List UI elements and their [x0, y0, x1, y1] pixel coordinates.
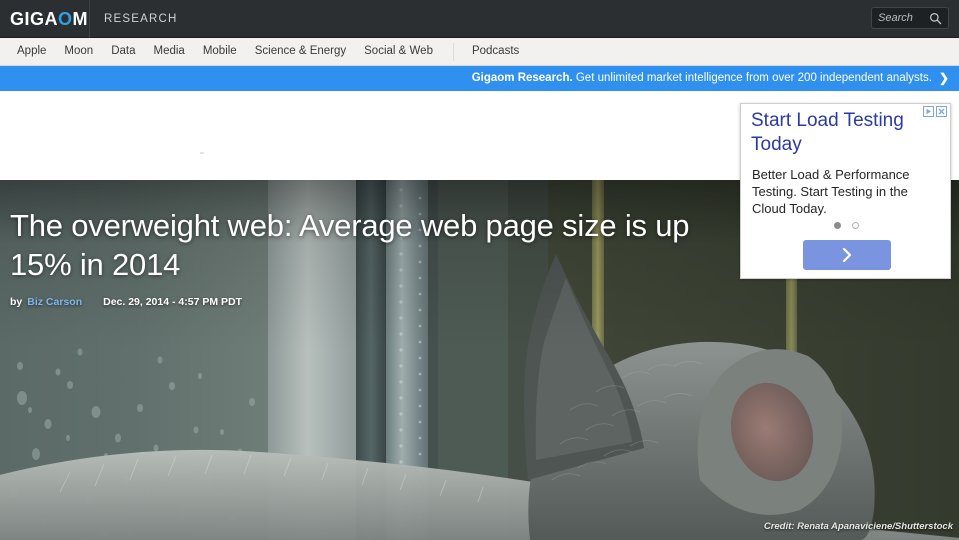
ad-description: Better Load & Performance Testing. Start… [752, 167, 910, 216]
site-header: GIGAOM RESEARCH [0, 0, 959, 38]
advertisement-panel[interactable]: Start Load Testing Today Better Load & P… [740, 103, 951, 279]
header-section-label: RESEARCH [104, 13, 178, 25]
byline-by-label: by [10, 296, 23, 308]
nav-item-science-energy[interactable]: Science & Energy [246, 38, 355, 65]
nav-item-social-web[interactable]: Social & Web [355, 38, 442, 65]
logo-text-part2: M [72, 9, 89, 29]
primary-nav: Apple Moon Data Media Mobile Science & E… [0, 38, 959, 66]
nav-item-mobile[interactable]: Mobile [194, 38, 246, 65]
article-headline-block: The overweight web: Average web page siz… [10, 206, 710, 308]
ad-next-button[interactable] [803, 240, 891, 270]
publish-date: Dec. 29, 2014 - 4:57 PM PDT [103, 296, 243, 308]
search-icon[interactable] [929, 12, 942, 25]
logo-text-part1: GIGA [10, 9, 59, 29]
nav-separator [452, 42, 454, 61]
ad-dot-2[interactable] [852, 222, 859, 229]
nav-item-moon[interactable]: Moon [55, 38, 102, 65]
promo-message: Get unlimited market intelligence from o… [572, 72, 932, 84]
nav-item-apple[interactable]: Apple [8, 38, 55, 65]
author-link[interactable]: Biz Carson [27, 296, 82, 308]
chevron-right-icon [839, 246, 855, 264]
byline: by Biz Carson Dec. 29, 2014 - 4:57 PM PD… [10, 296, 710, 308]
nav-item-media[interactable]: Media [145, 38, 194, 65]
research-promo-banner[interactable]: Gigaom Research. Get unlimited market in… [0, 66, 959, 91]
promo-brand: Gigaom Research. [471, 72, 573, 84]
page-title: The overweight web: Average web page siz… [10, 208, 690, 282]
header-divider [89, 0, 90, 38]
ad-headline[interactable]: Start Load Testing Today [751, 109, 929, 157]
image-credit: Credit: Renata Apanaviciene/Shutterstock [763, 521, 953, 532]
logo-accent-o: O [58, 9, 73, 29]
search-box[interactable] [871, 7, 949, 29]
search-input[interactable] [878, 12, 929, 24]
close-icon[interactable] [936, 106, 947, 117]
chevron-right-icon: ❯ [938, 71, 949, 85]
browser-page: GIGAOM RESEARCH Apple Moon Data Media Mo… [0, 0, 959, 540]
ad-carousel-dots[interactable] [741, 222, 950, 229]
nav-item-data[interactable]: Data [102, 38, 144, 65]
gigaom-logo[interactable]: GIGAOM [10, 9, 88, 29]
nav-item-podcasts[interactable]: Podcasts [463, 38, 528, 65]
promo-text: Gigaom Research. Get unlimited market in… [472, 66, 932, 91]
page-artifact [200, 152, 204, 154]
ad-dot-1[interactable] [834, 222, 841, 229]
